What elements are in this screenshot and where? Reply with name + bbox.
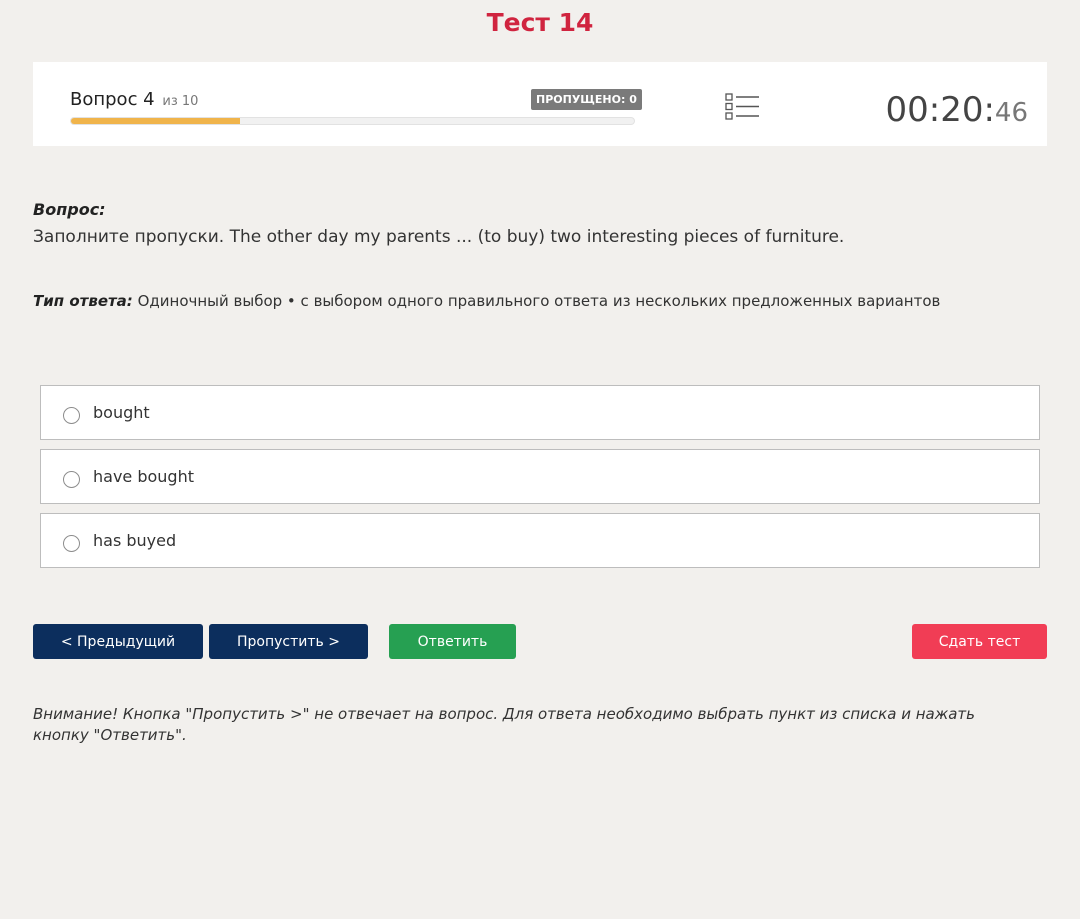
submit-test-button[interactable]: Сдать тест (912, 624, 1047, 659)
answer-option-label: bought (93, 403, 150, 422)
answer-type-label: Тип ответа: (33, 292, 133, 310)
answer-option-label: has buyed (93, 531, 177, 550)
question-text: Заполните пропуски. The other day my par… (33, 227, 845, 247)
radio-button[interactable] (63, 535, 80, 552)
timer-main: 00:20: (885, 90, 995, 130)
answer-option[interactable]: bought (40, 385, 1040, 440)
question-counter-total: из 10 (162, 94, 199, 109)
answer-options: bought have bought has buyed (40, 385, 1040, 577)
skip-button[interactable]: Пропустить > (209, 624, 368, 659)
list-icon[interactable] (725, 92, 761, 122)
timer-seconds: 46 (994, 98, 1028, 128)
answer-option[interactable]: has buyed (40, 513, 1040, 568)
warning-note: Внимание! Кнопка "Пропустить >" не отвеч… (33, 705, 975, 744)
answer-button[interactable]: Ответить (389, 624, 516, 659)
timer: 00:20:46 (885, 90, 1028, 130)
answer-option[interactable]: have bought (40, 449, 1040, 504)
question-counter: Вопрос 4 из 10 (70, 89, 198, 110)
question-heading: Вопрос: (33, 200, 106, 219)
test-status-panel: Вопрос 4 из 10 ПРОПУЩЕНО: 0 00:20:46 (33, 62, 1047, 146)
radio-button[interactable] (63, 407, 80, 424)
radio-button[interactable] (63, 471, 80, 488)
skipped-badge: ПРОПУЩЕНО: 0 (531, 89, 642, 110)
answer-type-value: Одиночный выбор • с выбором одного прави… (137, 292, 941, 310)
answer-option-label: have bought (93, 467, 194, 486)
progress-bar (70, 117, 635, 125)
page-title: Тест 14 (486, 8, 594, 37)
answer-type: Тип ответа: Одиночный выбор • с выбором … (33, 292, 940, 310)
question-counter-current: Вопрос 4 (70, 89, 155, 110)
previous-button[interactable]: < Предыдущий (33, 624, 203, 659)
progress-bar-fill (71, 118, 240, 124)
